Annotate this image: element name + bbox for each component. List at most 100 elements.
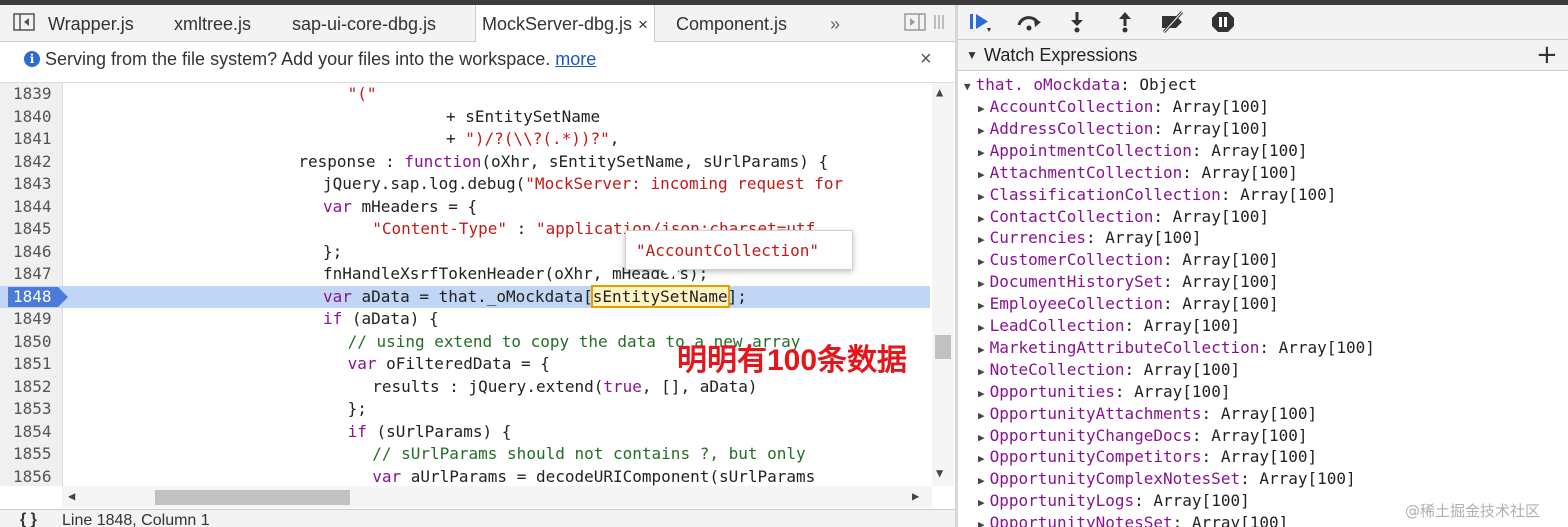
toggle-navigator-icon[interactable]	[13, 13, 35, 31]
resume-icon[interactable]	[968, 11, 994, 33]
line-number[interactable]: 1848	[13, 286, 58, 309]
expand-triangle-icon[interactable]: ▶	[978, 102, 985, 115]
watch-property[interactable]: ▶ ContactCollection: Array[100]	[978, 207, 1269, 226]
watch-property[interactable]: ▶ Opportunities: Array[100]	[978, 382, 1230, 401]
watch-property[interactable]: ▶ AppointmentCollection: Array[100]	[978, 141, 1308, 160]
line-number[interactable]: 1849	[13, 308, 58, 331]
code-line[interactable]: 1839 "("	[0, 83, 930, 106]
expand-triangle-icon[interactable]: ▶	[978, 255, 985, 268]
line-number[interactable]: 1851	[13, 353, 58, 376]
tab-wrapper-js[interactable]: Wrapper.js	[48, 5, 134, 41]
line-number[interactable]: 1856	[13, 466, 58, 487]
expand-triangle-icon[interactable]: ▶	[978, 212, 985, 225]
expand-triangle-icon[interactable]: ▶	[978, 452, 985, 465]
scroll-right-icon[interactable]: ▶	[912, 489, 919, 503]
watch-property[interactable]: ▶ ClassificationCollection: Array[100]	[978, 185, 1336, 204]
code-line[interactable]: 1841 + ")/?(\\?(.*))?",	[0, 128, 930, 151]
expand-triangle-icon[interactable]: ▶	[978, 299, 985, 312]
watch-property[interactable]: ▶ DocumentHistorySet: Array[100]	[978, 272, 1279, 291]
add-expression-icon[interactable]: +	[1536, 40, 1558, 70]
watch-property[interactable]: ▶ NoteCollection: Array[100]	[978, 360, 1240, 379]
code-line[interactable]: 1849 if (aData) {	[0, 308, 930, 331]
code-line[interactable]: 1843 jQuery.sap.log.debug("MockServer: in…	[0, 173, 930, 196]
code-line[interactable]: 1854 if (sUrlParams) {	[0, 421, 930, 444]
expand-triangle-icon[interactable]: ▶	[978, 431, 985, 444]
line-number[interactable]: 1842	[13, 151, 58, 174]
line-number[interactable]: 1839	[13, 83, 58, 106]
watch-property[interactable]: ▶ LeadCollection: Array[100]	[978, 316, 1240, 335]
vertical-scroll-thumb[interactable]	[935, 335, 951, 359]
expand-triangle-icon[interactable]: ▶	[978, 233, 985, 246]
deactivate-breakpoints-icon[interactable]	[1160, 11, 1186, 33]
watch-property[interactable]: ▶ Currencies: Array[100]	[978, 228, 1202, 247]
tab-overflow-icon[interactable]: »	[830, 5, 840, 41]
line-number[interactable]: 1846	[13, 241, 58, 264]
line-number[interactable]: 1853	[13, 398, 58, 421]
watch-property[interactable]: ▶ OpportunityCompetitors: Array[100]	[978, 447, 1317, 466]
vertical-scrollbar[interactable]: ▲ ▼	[932, 83, 954, 486]
step-out-icon[interactable]	[1112, 11, 1138, 33]
expand-triangle-icon[interactable]: ▶	[978, 321, 985, 334]
code-line[interactable]: 1856 var aUrlParams = decodeURIComponent(…	[0, 466, 930, 487]
expand-triangle-icon[interactable]: ▶	[978, 343, 985, 356]
scroll-left-icon[interactable]: ◀	[68, 489, 75, 503]
expand-triangle-icon[interactable]: ▶	[978, 146, 985, 159]
watch-property[interactable]: ▶ EmployeeCollection: Array[100]	[978, 294, 1279, 313]
horizontal-scroll-thumb[interactable]	[155, 490, 350, 505]
expand-triangle-icon[interactable]: ▶	[978, 409, 985, 422]
more-link[interactable]: more	[555, 49, 596, 69]
watch-property[interactable]: ▶ AddressCollection: Array[100]	[978, 119, 1269, 138]
code-line[interactable]: 1844 var mHeaders = {	[0, 196, 930, 219]
watch-property[interactable]: ▶ AccountCollection: Array[100]	[978, 97, 1269, 116]
pretty-print-icon[interactable]: { }	[20, 511, 37, 527]
code-line[interactable]: 1842 response : function(oXhr, sEntitySet…	[0, 151, 930, 174]
watch-property[interactable]: ▶ OpportunityComplexNotesSet: Array[100]	[978, 469, 1356, 488]
expand-triangle-icon[interactable]: ▶	[978, 365, 985, 378]
watch-property[interactable]: ▶ OpportunityNotesSet: Array[100]	[978, 513, 1288, 527]
code-line[interactable]: 1853};	[0, 398, 930, 421]
code-line[interactable]: 1840 + sEntitySetName	[0, 106, 930, 129]
expand-triangle-icon[interactable]: ▶	[978, 168, 985, 181]
expand-triangle-icon[interactable]: ▶	[978, 387, 985, 400]
tab-mockserver-dbg-js[interactable]: MockServer-dbg.js ×	[475, 5, 655, 42]
scroll-down-icon[interactable]: ▼	[936, 466, 943, 480]
expand-triangle-icon[interactable]: ▶	[978, 124, 985, 137]
step-over-icon[interactable]	[1016, 11, 1042, 33]
line-number[interactable]: 1854	[13, 421, 58, 444]
line-number[interactable]: 1844	[13, 196, 58, 219]
line-number[interactable]: 1850	[13, 331, 58, 354]
code-line[interactable]: 1855 // sUrlParams should not contains ?,…	[0, 443, 930, 466]
code-editor[interactable]: 1839 "(" 1840 + sEntitySetName 1841 + ")/?(\\…	[0, 83, 955, 486]
line-number[interactable]: 1855	[13, 443, 58, 466]
line-number[interactable]: 1843	[13, 173, 58, 196]
watch-property[interactable]: ▶ OpportunityLogs: Array[100]	[978, 491, 1250, 510]
expand-triangle-icon[interactable]: ▼	[964, 80, 971, 93]
expand-triangle-icon[interactable]: ▶	[978, 190, 985, 203]
expand-triangle-icon[interactable]: ▶	[978, 518, 985, 527]
watch-property[interactable]: ▶ OpportunityChangeDocs: Array[100]	[978, 426, 1308, 445]
watch-property[interactable]: ▶ CustomerCollection: Array[100]	[978, 250, 1279, 269]
code-line-current[interactable]: 1848 var aData = that._oMockdata[sEntityS…	[0, 284, 930, 309]
line-number[interactable]: 1840	[13, 106, 58, 129]
expand-triangle-icon[interactable]: ▶	[978, 474, 985, 487]
line-number[interactable]: 1852	[13, 376, 58, 399]
line-number[interactable]: 1847	[13, 263, 58, 286]
collapse-triangle-icon[interactable]: ▼	[966, 48, 978, 62]
expand-triangle-icon[interactable]: ▶	[978, 277, 985, 290]
pane-grip-icon[interactable]	[932, 13, 946, 31]
step-into-icon[interactable]	[1064, 11, 1090, 33]
expand-triangle-icon[interactable]: ▶	[978, 496, 985, 509]
tab-close-icon[interactable]: ×	[638, 15, 648, 34]
line-number[interactable]: 1845	[13, 218, 58, 241]
tab-component-js[interactable]: Component.js	[676, 5, 787, 41]
watch-property[interactable]: ▶ AttachmentCollection: Array[100]	[978, 163, 1298, 182]
tab-sap-ui-core-dbg-js[interactable]: sap-ui-core-dbg.js	[292, 5, 436, 41]
watch-expressions-header[interactable]: ▼ Watch Expressions +	[958, 40, 1568, 71]
info-close-icon[interactable]: ×	[920, 48, 932, 71]
tab-xmltree-js[interactable]: xmltree.js	[174, 5, 251, 41]
scroll-up-icon[interactable]: ▲	[936, 85, 943, 99]
horizontal-scrollbar[interactable]: ◀ ▶	[62, 486, 932, 508]
watch-property[interactable]: ▶ OpportunityAttachments: Array[100]	[978, 404, 1317, 423]
toggle-debugger-icon[interactable]	[904, 13, 926, 31]
line-number[interactable]: 1841	[13, 128, 58, 151]
